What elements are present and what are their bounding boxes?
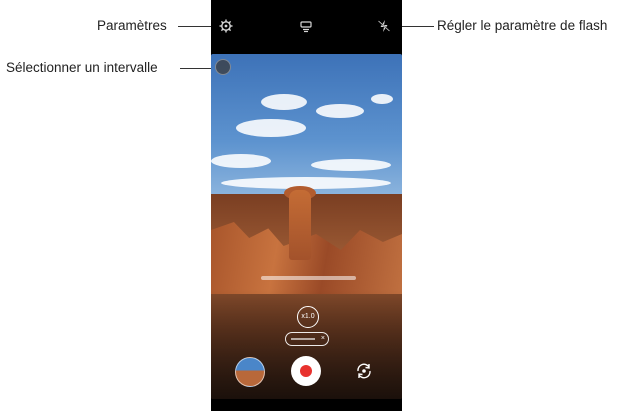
gear-icon[interactable] xyxy=(219,19,233,33)
cloud xyxy=(316,104,364,118)
mode-indicator-button[interactable] xyxy=(215,59,231,75)
cloud xyxy=(261,94,307,110)
cloud xyxy=(211,154,271,168)
record-button[interactable] xyxy=(291,356,321,386)
cloud xyxy=(311,159,391,171)
cloud xyxy=(371,94,393,104)
interval-icon[interactable] xyxy=(299,19,313,33)
switch-camera-icon[interactable] xyxy=(353,360,375,382)
interval-pill[interactable]: × xyxy=(285,332,329,346)
callout-interval: Sélectionner un intervalle xyxy=(6,60,158,75)
zoom-button[interactable]: x1.0 xyxy=(297,306,319,328)
interval-pill-bar xyxy=(291,338,315,340)
callout-settings: Paramètres xyxy=(97,18,167,33)
callout-flash: Régler le paramètre de flash xyxy=(437,18,608,33)
phone-screen: x1.0 × xyxy=(211,0,402,411)
close-icon[interactable]: × xyxy=(321,333,325,345)
camera-top-bar xyxy=(211,0,402,54)
hoodoo-rock xyxy=(289,190,311,260)
record-dot xyxy=(300,365,312,377)
flash-icon[interactable] xyxy=(377,19,391,33)
gallery-thumbnail[interactable] xyxy=(235,357,265,387)
mode-strip xyxy=(261,276,356,280)
cloud xyxy=(236,119,306,137)
zoom-label: x1.0 xyxy=(301,313,315,320)
camera-viewfinder[interactable]: x1.0 × xyxy=(211,54,402,399)
